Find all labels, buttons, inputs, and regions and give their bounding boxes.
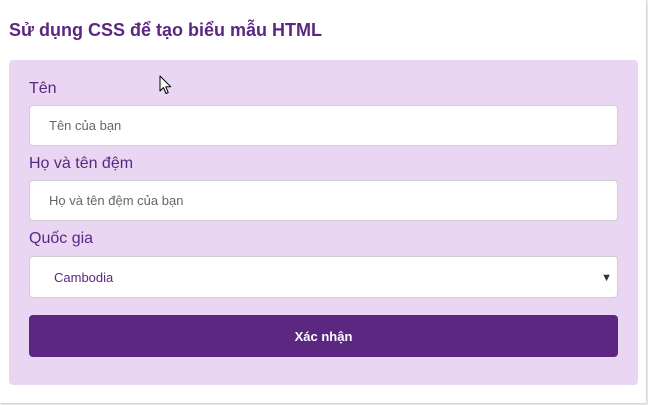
chevron-down-icon: ▼: [601, 272, 612, 284]
last-name-input[interactable]: [29, 180, 618, 221]
form-panel: Tên Họ và tên đệm Quốc gia Cambodia ▼ Xá…: [9, 60, 638, 385]
first-name-input[interactable]: [29, 105, 618, 146]
last-name-label: Họ và tên đệm: [29, 155, 134, 172]
page-title: Sử dụng CSS để tạo biểu mẫu HTML: [9, 20, 323, 40]
mouse-pointer-icon: [159, 75, 172, 94]
first-name-label: Tên: [29, 80, 57, 97]
country-select[interactable]: Cambodia ▼: [29, 256, 618, 298]
submit-button[interactable]: Xác nhận: [29, 315, 618, 357]
country-selected-value: Cambodia: [54, 270, 114, 285]
country-label: Quốc gia: [29, 230, 94, 247]
